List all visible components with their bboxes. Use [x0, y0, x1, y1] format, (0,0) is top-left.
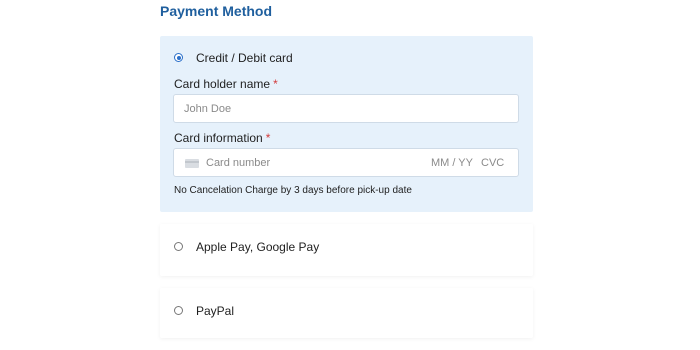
- required-mark: *: [265, 131, 271, 145]
- option-label-paypal: PayPal: [196, 304, 235, 318]
- radio-wallet[interactable]: [174, 242, 183, 251]
- card-holder-label-text: Card holder name: [174, 77, 271, 91]
- payment-option-card[interactable]: Credit / Debit card Card holder name * Jo…: [160, 36, 533, 212]
- payment-option-paypal[interactable]: PayPal: [160, 288, 533, 338]
- card-number-input[interactable]: Card number: [206, 157, 270, 169]
- credit-card-icon: [185, 159, 199, 168]
- card-holder-placeholder: John Doe: [184, 103, 232, 115]
- radio-card[interactable]: [174, 53, 183, 62]
- section-title: Payment Method: [160, 3, 273, 19]
- radio-paypal[interactable]: [174, 306, 183, 315]
- card-expiry-input[interactable]: MM / YY: [431, 157, 473, 169]
- card-information-input[interactable]: Card number MM / YY CVC: [173, 148, 519, 177]
- cancellation-note: No Cancelation Charge by 3 days before p…: [174, 185, 412, 196]
- payment-option-wallet[interactable]: Apple Pay, Google Pay: [160, 224, 533, 276]
- card-info-label-text: Card information: [174, 131, 263, 145]
- card-holder-input[interactable]: John Doe: [173, 94, 519, 123]
- required-mark: *: [273, 77, 278, 91]
- card-cvc-input[interactable]: CVC: [481, 157, 504, 169]
- card-info-label: Card information *: [174, 131, 270, 145]
- option-label-wallet: Apple Pay, Google Pay: [196, 240, 320, 254]
- card-holder-label: Card holder name *: [174, 77, 278, 91]
- option-label-card: Credit / Debit card: [196, 51, 293, 65]
